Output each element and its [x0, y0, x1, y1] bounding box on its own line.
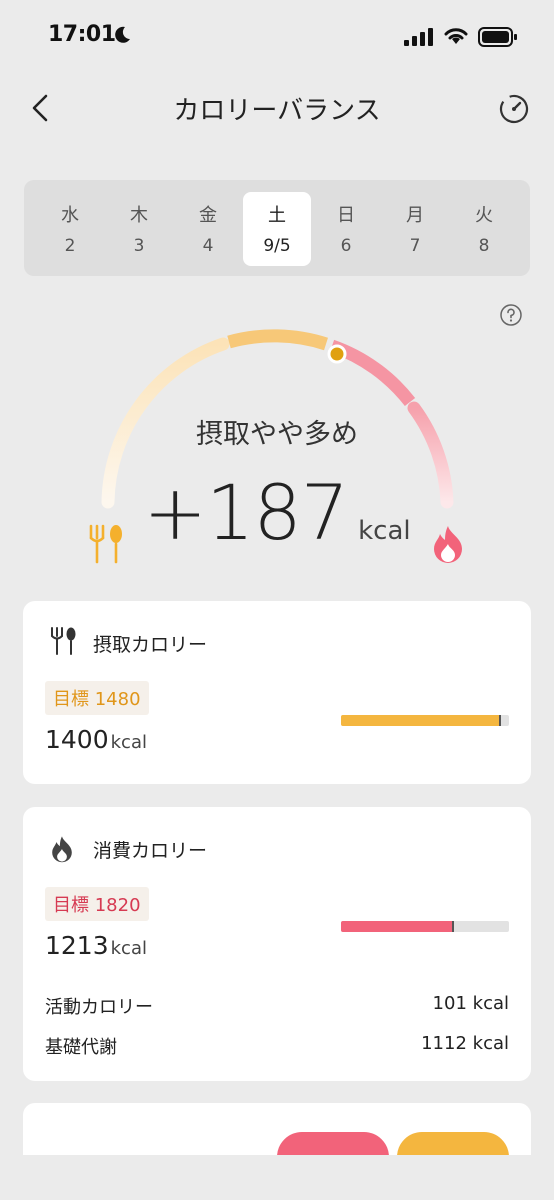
day-weekday: 火 [475, 205, 493, 226]
day-tab[interactable]: 金4 [174, 192, 242, 266]
basal-metabolism-label: 基礎代謝 [45, 1037, 117, 1058]
day-date: 4 [202, 236, 214, 256]
intake-target-badge: 目標 1480 [45, 681, 149, 715]
red-pill-button[interactable] [277, 1132, 389, 1155]
day-date: 6 [340, 236, 352, 256]
day-date: 2 [64, 236, 76, 256]
day-date: 7 [409, 236, 421, 256]
day-date: 9/5 [263, 236, 291, 256]
burn-progress-bar [341, 921, 509, 932]
flame-icon [434, 526, 462, 563]
day-tab[interactable]: 日6 [312, 192, 380, 266]
burn-title: 消費カロリー [93, 840, 208, 862]
basal-metabolism-value: 1112 kcal [421, 1033, 509, 1054]
flame-icon [52, 836, 72, 863]
gauge-indicator [327, 344, 347, 364]
battery-icon [478, 27, 517, 47]
intake-value: 1400 kcal [45, 725, 147, 754]
wifi-icon [444, 28, 468, 44]
fork-spoon-icon [51, 627, 76, 655]
active-calories-value: 101 kcal [433, 993, 509, 1014]
active-calories-unit: kcal [472, 993, 509, 1014]
day-tab[interactable]: 月7 [381, 192, 449, 266]
cellular-signal-icon [404, 28, 433, 46]
moon-icon [115, 26, 130, 43]
day-tab-selected[interactable]: 土 9/5 [243, 192, 311, 266]
next-card [23, 1103, 531, 1155]
day-tab[interactable]: 水2 [36, 192, 104, 266]
burn-progress-marker [452, 921, 454, 932]
basal-metabolism-number: 1112 [421, 1033, 467, 1054]
timer-icon[interactable] [496, 90, 532, 126]
day-weekday: 月 [406, 205, 424, 226]
day-weekday: 木 [130, 205, 148, 226]
day-weekday: 日 [337, 205, 355, 226]
intake-progress-fill [341, 715, 500, 726]
day-tab[interactable]: 火8 [450, 192, 518, 266]
page-title: カロリーバランス [173, 96, 381, 126]
date-selector: 水2 木3 金4 土 9/5 日6 月7 火8 [24, 180, 530, 276]
active-calories-number: 101 [432, 993, 467, 1014]
burn-target-badge: 目標 1820 [45, 887, 149, 921]
balance-status: 摂取やや多め [196, 419, 358, 450]
fork-spoon-icon [89, 524, 122, 564]
balance-number: +187 [143, 468, 349, 557]
status-bar: 17:01 [0, 0, 554, 72]
orange-pill-button[interactable] [397, 1132, 509, 1155]
status-time: 17:01 [48, 22, 116, 47]
balance-value: +187 kcal [0, 468, 554, 558]
intake-unit: kcal [110, 732, 147, 753]
gauge-segment-mid [227, 329, 328, 351]
active-calories-label: 活動カロリー [45, 997, 153, 1018]
day-date: 8 [478, 236, 490, 256]
intake-title: 摂取カロリー [93, 634, 208, 656]
intake-progress-bar [341, 715, 509, 726]
intake-card[interactable]: 摂取カロリー 目標 1480 1400 kcal [23, 601, 531, 784]
day-weekday: 水 [61, 205, 79, 226]
balance-unit: kcal [358, 516, 411, 546]
burn-progress-fill [341, 921, 453, 932]
basal-metabolism-unit: kcal [472, 1033, 509, 1054]
burn-value: 1213 kcal [45, 931, 147, 960]
day-tab[interactable]: 木3 [105, 192, 173, 266]
intake-number: 1400 [45, 725, 109, 754]
intake-progress-marker [499, 715, 501, 726]
day-weekday: 土 [268, 205, 286, 226]
day-weekday: 金 [199, 205, 217, 226]
burn-unit: kcal [110, 938, 147, 959]
nav-bar: カロリーバランス [0, 78, 554, 138]
burn-number: 1213 [45, 931, 109, 960]
burn-card[interactable]: 消費カロリー 目標 1820 1213 kcal 活動カロリー 101 kcal … [23, 807, 531, 1081]
day-date: 3 [133, 236, 145, 256]
